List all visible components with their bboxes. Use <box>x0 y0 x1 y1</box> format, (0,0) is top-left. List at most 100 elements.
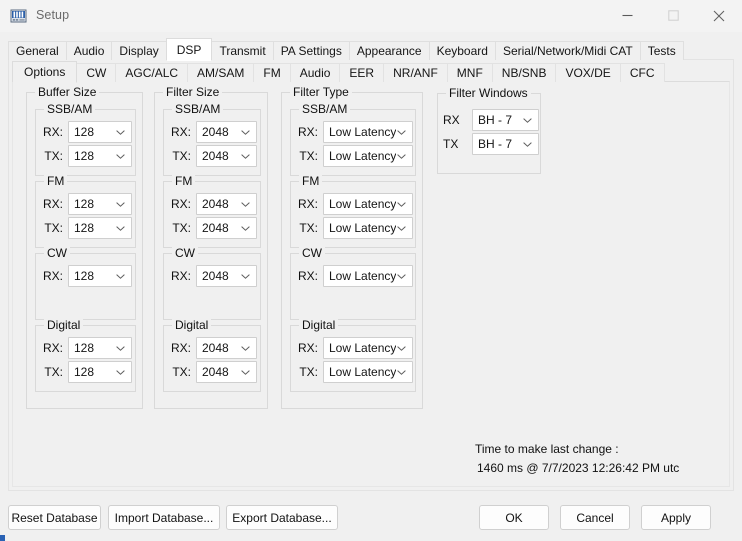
filterwindows-rx-row: RX BH - 7 <box>443 109 539 131</box>
subtab-cfc[interactable]: CFC <box>619 63 665 82</box>
tab-audio[interactable]: Audio <box>65 41 113 60</box>
subtab-cw[interactable]: CW <box>76 63 117 82</box>
subtab-am-sam[interactable]: AM/SAM <box>187 63 255 82</box>
filtersize-digital-rx-combo[interactable]: 2048 <box>196 337 257 359</box>
buffer-digital-rx-combo[interactable]: 128 <box>68 337 132 359</box>
section-label: Digital <box>172 319 212 332</box>
filtertype-digital-tx-label: TX: <box>299 365 318 379</box>
filterwindows-rx-combo[interactable]: BH - 7 <box>472 109 539 131</box>
section-buffer-ssb-am: SSB/AM RX: 128 TX: 128 <box>35 103 136 176</box>
filtersize-ssbam-tx-combo[interactable]: 2048 <box>196 145 257 167</box>
tab-label: General <box>16 44 59 58</box>
filterwindows-tx-row: TX BH - 7 <box>443 133 539 155</box>
filtertype-digital-rx-label: RX: <box>297 341 318 355</box>
import-database-button[interactable]: Import Database... <box>108 505 220 530</box>
cancel-button[interactable]: Cancel <box>560 505 630 530</box>
chevron-down-icon <box>241 370 250 375</box>
subtab-label: Audio <box>299 66 331 80</box>
desktop-corner-accent <box>0 535 5 541</box>
tab-label: Appearance <box>356 44 422 58</box>
subtab-fm[interactable]: FM <box>253 63 291 82</box>
buffer-cw-rx-combo[interactable]: 128 <box>68 265 132 287</box>
tab-keyboard[interactable]: Keyboard <box>428 41 496 60</box>
buffer-fm-tx-combo[interactable]: 128 <box>68 217 132 239</box>
subtab-label: Options <box>24 65 66 79</box>
filterwindows-tx-combo[interactable]: BH - 7 <box>472 133 539 155</box>
filtersize-fm-tx-label: TX: <box>172 221 191 235</box>
section-label: CW <box>172 247 198 260</box>
filtertype-digital-rx-combo[interactable]: Low Latency <box>323 337 413 359</box>
chevron-down-icon <box>397 226 406 231</box>
buffer-ssbam-tx-combo[interactable]: 128 <box>68 145 132 167</box>
filterwindows-tx-label: TX <box>443 137 459 151</box>
buffer-cw-rx-label: RX: <box>42 269 63 283</box>
filtertype-ssbam-tx-combo[interactable]: Low Latency <box>323 145 413 167</box>
subtab-nr-anf[interactable]: NR/ANF <box>383 63 448 82</box>
section-filtertype-ssb-am: SSB/AM RX: Low Latency TX: Low Latency <box>290 103 416 176</box>
chevron-down-icon <box>116 130 125 135</box>
chevron-down-icon <box>116 154 125 159</box>
export-database-button[interactable]: Export Database... <box>226 505 338 530</box>
tab-label: Transmit <box>219 44 266 58</box>
filtersize-cw-rx-label: RX: <box>170 269 191 283</box>
filtertype-fm-tx-combo[interactable]: Low Latency <box>323 217 413 239</box>
tab-transmit[interactable]: Transmit <box>211 41 274 60</box>
chevron-down-icon <box>116 370 125 375</box>
tab-pa-settings[interactable]: PA Settings <box>272 41 350 60</box>
buffer-digital-tx-combo[interactable]: 128 <box>68 361 132 383</box>
chevron-down-icon <box>116 346 125 351</box>
ok-button[interactable]: OK <box>479 505 549 530</box>
subtab-audio[interactable]: Audio <box>289 63 341 82</box>
filtertype-ssbam-rx-combo[interactable]: Low Latency <box>323 121 413 143</box>
tab-appearance[interactable]: Appearance <box>348 41 430 60</box>
subtab-eer[interactable]: EER <box>339 63 385 82</box>
combo-value: Low Latency <box>329 341 397 355</box>
tab-general[interactable]: General <box>8 41 67 60</box>
section-buffer-digital: Digital RX: 128 TX: 128 <box>35 319 136 392</box>
filtertype-cw-rx-label: RX: <box>297 269 318 283</box>
close-button[interactable] <box>696 0 742 31</box>
filtersize-cw-rx-combo[interactable]: 2048 <box>196 265 257 287</box>
section-filtertype-cw: CW RX: Low Latency <box>290 247 416 320</box>
subtab-label: EER <box>349 66 375 80</box>
tab-label: Display <box>119 44 159 58</box>
buffer-ssbam-rx-combo[interactable]: 128 <box>68 121 132 143</box>
minimize-button[interactable] <box>604 0 650 31</box>
group-buffer-size-label: Buffer Size <box>35 86 100 99</box>
section-label: FM <box>172 175 196 188</box>
filtersize-fm-tx-combo[interactable]: 2048 <box>196 217 257 239</box>
chevron-down-icon <box>397 370 406 375</box>
subtab-agc-alc[interactable]: AGC/ALC <box>115 63 189 82</box>
reset-database-button[interactable]: Reset Database <box>8 505 101 530</box>
subtab-vox-de[interactable]: VOX/DE <box>555 63 621 82</box>
chevron-down-icon <box>116 202 125 207</box>
subtab-options[interactable]: Options <box>12 61 78 83</box>
tab-display[interactable]: Display <box>111 41 167 60</box>
subtab-nb-snb[interactable]: NB/SNB <box>491 63 557 82</box>
filtertype-cw-rx-combo[interactable]: Low Latency <box>323 265 413 287</box>
section-label: Digital <box>299 319 339 332</box>
filtersize-ssbam-rx-combo[interactable]: 2048 <box>196 121 257 143</box>
radio-device-icon <box>10 8 27 25</box>
filtersize-digital-tx-combo[interactable]: 2048 <box>196 361 257 383</box>
apply-button[interactable]: Apply <box>641 505 711 530</box>
group-filter-type-label: Filter Type <box>290 86 352 99</box>
tab-dsp[interactable]: DSP <box>165 38 213 61</box>
tab-label: PA Settings <box>280 44 342 58</box>
combo-value: 128 <box>74 269 95 283</box>
filtertype-digital-tx-combo[interactable]: Low Latency <box>323 361 413 383</box>
maximize-button[interactable] <box>650 0 696 31</box>
combo-value: 128 <box>74 149 95 163</box>
button-label: Cancel <box>576 510 614 525</box>
buffer-fm-rx-combo[interactable]: 128 <box>68 193 132 215</box>
filtertype-fm-rx-combo[interactable]: Low Latency <box>323 193 413 215</box>
group-filter-size: Filter Size SSB/AM RX: 2048 TX: 2048 FM <box>154 86 268 409</box>
dsp-subtab-bar: Options CW AGC/ALC AM/SAM FM Audio EER N… <box>12 61 665 83</box>
tab-serial-network-midi-cat[interactable]: Serial/Network/Midi CAT <box>494 41 641 60</box>
filtersize-fm-rx-combo[interactable]: 2048 <box>196 193 257 215</box>
buffer-fm-tx-row: TX: 128 <box>41 217 132 239</box>
button-label: Import Database... <box>114 510 214 525</box>
subtab-mnf[interactable]: MNF <box>446 63 493 82</box>
section-label: SSB/AM <box>44 103 96 116</box>
tab-tests[interactable]: Tests <box>639 41 684 60</box>
